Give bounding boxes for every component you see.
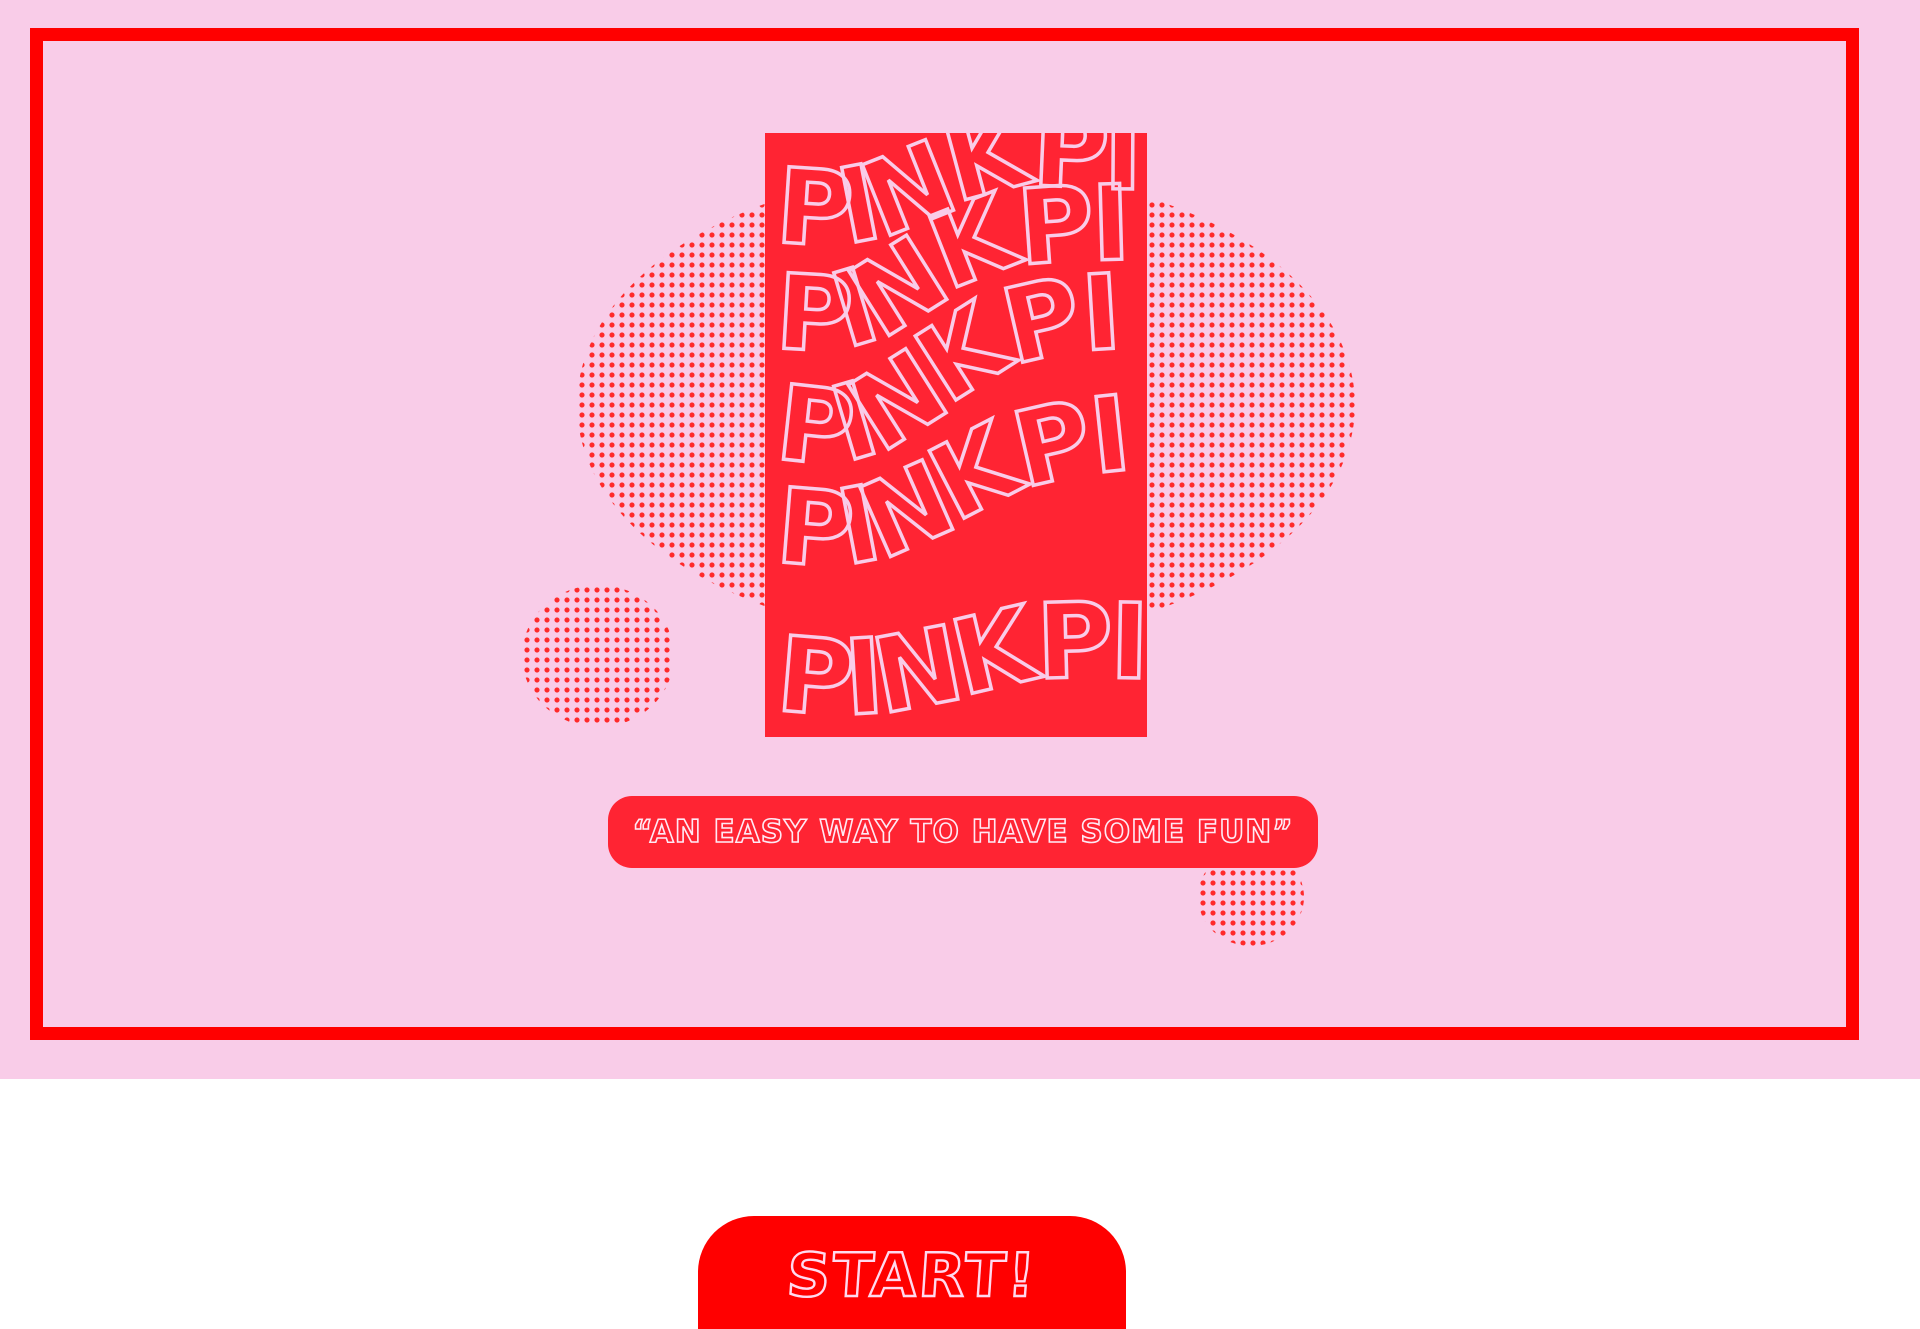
tagline-banner: “AN EASY WAY TO HAVE SOME FUN” (608, 796, 1318, 868)
tagline-text: “AN EASY WAY TO HAVE SOME FUN” (632, 813, 1294, 851)
start-button[interactable]: START! (698, 1216, 1126, 1329)
title-screen: PINKPINK PINKPINK PINKPINK PINKPINK PINK… (0, 0, 1920, 1079)
pinkpink-wavy-text: PINKPINK PINKPINK PINKPINK PINKPINK PINK… (765, 133, 1147, 737)
start-button-label: START! (783, 1239, 1040, 1311)
pinkpink-poster: PINKPINK PINKPINK PINKPINK PINKPINK PINK… (765, 133, 1147, 737)
halftone-dot-circle-small (522, 585, 674, 727)
